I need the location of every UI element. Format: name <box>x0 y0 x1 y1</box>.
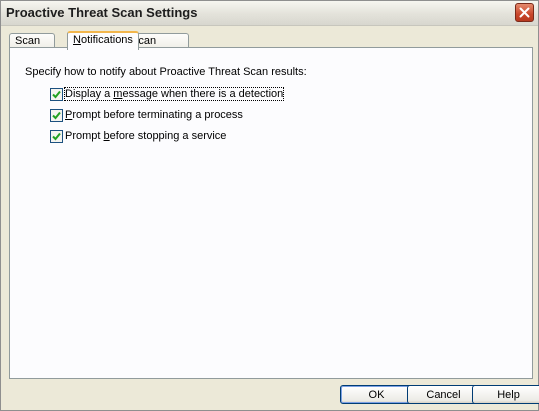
title-bar[interactable]: Proactive Threat Scan Settings <box>1 1 538 26</box>
instructions-text: Specify how to notify about Proactive Th… <box>25 66 307 78</box>
help-button[interactable]: Help <box>472 385 539 404</box>
notifications-panel: Specify how to notify about Proactive Th… <box>9 47 533 379</box>
prompt-stop-service-checkbox[interactable] <box>50 130 63 143</box>
close-icon <box>519 7 530 18</box>
checkmark-icon <box>52 132 61 141</box>
prompt-stop-service-label[interactable]: Prompt before stopping a service <box>65 130 226 142</box>
checkmark-icon <box>52 90 61 99</box>
display-message-checkbox[interactable] <box>50 88 63 101</box>
prompt-terminate-checkbox[interactable] <box>50 109 63 122</box>
cancel-button[interactable]: Cancel <box>407 385 480 404</box>
close-button[interactable] <box>515 3 534 22</box>
ok-button[interactable]: OK <box>340 385 413 404</box>
display-message-label[interactable]: Display a message when there is a detect… <box>63 87 285 101</box>
tab-notifications[interactable]: Notifications <box>67 31 139 50</box>
window-title: Proactive Threat Scan Settings <box>6 5 198 20</box>
prompt-terminate-label[interactable]: Prompt before terminating a process <box>65 109 243 121</box>
checkmark-icon <box>52 111 61 120</box>
tab-scan-details[interactable]: Scan Details <box>9 33 55 61</box>
dialog-window: Proactive Threat Scan Settings Scan Deta… <box>0 0 539 411</box>
